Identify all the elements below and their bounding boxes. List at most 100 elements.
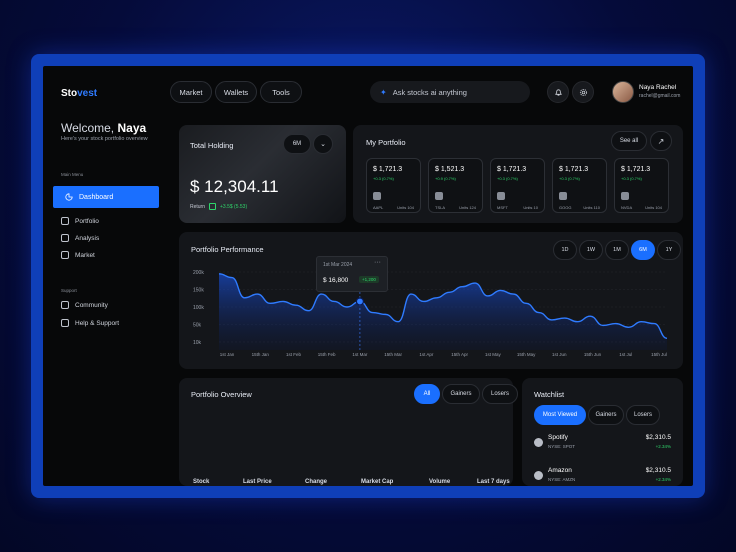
stock-card[interactable]: $ 1,721.3 +0.3 (0.7%) GOOG Units 110	[552, 158, 607, 213]
stock-card[interactable]: $ 1,721.3 +0.3 (0.7%) MSFT Units 10	[490, 158, 545, 213]
more-icon[interactable]: ···	[374, 259, 381, 266]
chevron-down-icon: ⌄	[320, 141, 326, 148]
filter-watch-losers[interactable]: Losers	[626, 405, 660, 425]
filter-all[interactable]: All	[414, 384, 440, 404]
x-tick-label: 15th Jul	[651, 352, 667, 357]
watch-ticker: NYSE: SPOT	[548, 444, 576, 449]
stock-symbol: MSFT	[497, 205, 508, 210]
column-header[interactable]: Last Price	[243, 479, 272, 485]
watchlist-item[interactable]: Spotify NYSE: SPOT $2,310.5 +2.34%	[534, 432, 671, 456]
x-tick-label: 15th Jun	[584, 352, 602, 357]
search-input[interactable]: ✦ Ask stocks ai anything	[370, 81, 530, 103]
total-holding-amount: $ 12,304.11	[190, 177, 279, 196]
column-header[interactable]: Change	[305, 479, 327, 485]
company-logo-icon	[435, 192, 443, 200]
community-icon	[61, 301, 69, 309]
x-tick-label: 1st Feb	[286, 352, 302, 357]
stock-units: Units 104	[645, 205, 662, 210]
x-tick-label: 15th Mar	[384, 352, 402, 357]
sidebar-item-analysis[interactable]: Analysis	[61, 231, 99, 245]
watch-name: Amazon	[548, 467, 572, 474]
column-header[interactable]: Market Cap	[361, 479, 393, 485]
stock-card[interactable]: $ 1,721.3 +0.3 (0.7%) NVDA Units 104	[614, 158, 669, 213]
overview-title: Portfolio Overview	[191, 390, 252, 399]
tooltip-change-badge: +1,200	[359, 276, 379, 283]
filter-most-viewed[interactable]: Most Viewed	[534, 405, 586, 425]
stock-symbol: GOOG	[559, 205, 572, 210]
y-tick-label: 10k	[193, 340, 202, 346]
column-header[interactable]: Volume	[429, 479, 450, 485]
stock-price: $ 1,521.3	[435, 166, 465, 173]
portfolio-overview-card: Portfolio Overview All Gainers Losers St…	[179, 378, 518, 486]
sidebar-item-dashboard[interactable]: Dashboard	[53, 186, 159, 208]
sidebar-item-help[interactable]: Help & Support	[61, 316, 119, 330]
holding-range-select[interactable]: 6M	[283, 134, 311, 154]
watchlist-card: Watchlist Most Viewed Gainers Losers Spo…	[522, 378, 683, 486]
watch-change: +2.34%	[655, 444, 671, 449]
performance-chart: 200k 150k 100k 50k 10k 1st Jan 15th Jan 1st Feb…	[193, 270, 668, 357]
stock-units: Units 110	[583, 205, 600, 210]
dashboard-screen: Stovest Market Wallets Tools ✦ Ask stock…	[43, 66, 693, 486]
portfolio-icon	[61, 217, 69, 225]
stock-units: Units 10	[523, 205, 538, 210]
top-navigation: Market Wallets Tools	[170, 81, 302, 103]
column-header[interactable]: Last 7 days	[477, 479, 510, 485]
settings-button[interactable]	[572, 81, 594, 103]
user-name: Naya Rachel	[639, 84, 677, 91]
welcome-subtitle: Here's your stock portfolio overview	[61, 136, 148, 142]
watchlist-item[interactable]: Amazon NYSE: AMZN $2,310.5 +2.34%	[534, 465, 671, 486]
stock-change: +0.3 (0.7%)	[621, 176, 642, 181]
highlight-point[interactable]	[355, 297, 365, 306]
y-tick-label: 200k	[193, 270, 204, 276]
total-holding-title: Total Holding	[190, 141, 234, 150]
filter-losers[interactable]: Losers	[482, 384, 518, 404]
x-tick-label: 1st Jul	[619, 352, 632, 357]
filter-gainers[interactable]: Gainers	[442, 384, 480, 404]
stock-price: $ 1,721.3	[621, 166, 651, 173]
amazon-icon	[534, 471, 543, 480]
expand-button[interactable]: ↗	[650, 131, 672, 151]
stock-card[interactable]: $ 1,721.3 +0.3 (0.7%) AAPL Units 104	[366, 158, 421, 213]
stock-units: Units 104	[397, 205, 414, 210]
y-tick-label: 50k	[193, 323, 202, 329]
x-tick-label: 1st Apr	[419, 352, 434, 357]
app-logo[interactable]: Stovest	[61, 88, 97, 99]
spotify-icon	[534, 438, 543, 447]
holding-return: Return +3.5$ (5.53)	[190, 203, 248, 210]
x-tick-label: 1st Jan	[220, 352, 235, 357]
welcome-heading: Welcome, Naya	[61, 121, 147, 135]
analysis-icon	[61, 234, 69, 242]
watchlist-title: Watchlist	[534, 390, 565, 399]
watch-change: +2.34%	[655, 477, 671, 482]
watch-ticker: NYSE: AMZN	[548, 477, 576, 482]
tooltip-date: 1st Mar 2024	[323, 262, 353, 268]
stock-price: $ 1,721.3	[559, 166, 589, 173]
nav-market[interactable]: Market	[170, 81, 212, 103]
stock-units: Units 124	[459, 205, 476, 210]
nav-tools[interactable]: Tools	[260, 81, 302, 103]
watch-price: $2,310.5	[645, 467, 671, 474]
company-logo-icon	[621, 192, 629, 200]
holding-range-dropdown[interactable]: ⌄	[313, 134, 333, 154]
company-logo-icon	[497, 192, 505, 200]
help-icon	[61, 319, 69, 327]
filter-watch-gainers[interactable]: Gainers	[588, 405, 624, 425]
x-tick-label: 15th May	[517, 352, 536, 357]
stock-card[interactable]: $ 1,521.3 +0.9 (0.7%) TSLA Units 124	[428, 158, 483, 213]
sidebar-item-community[interactable]: Community	[61, 298, 108, 312]
chart-tooltip: 1st Mar 2024 ··· $ 16,800 +1,200	[316, 256, 388, 292]
see-all-button[interactable]: See all	[611, 131, 647, 151]
dashboard-icon	[65, 193, 73, 201]
bell-icon	[554, 88, 562, 96]
user-avatar[interactable]	[612, 81, 634, 103]
notification-button[interactable]	[547, 81, 569, 103]
gear-icon	[579, 88, 587, 96]
x-tick-label: 1st May	[485, 352, 502, 357]
sidebar-item-portfolio[interactable]: Portfolio	[61, 214, 99, 228]
nav-wallets[interactable]: Wallets	[215, 81, 257, 103]
tooltip-value: $ 16,800	[323, 277, 349, 284]
my-portfolio-card: My Portfolio See all ↗ $ 1,721.3 +0.3 (0.…	[353, 125, 683, 223]
watch-price: $2,310.5	[645, 434, 671, 441]
company-logo-icon	[373, 192, 381, 200]
sidebar-item-market[interactable]: Market	[61, 248, 95, 262]
